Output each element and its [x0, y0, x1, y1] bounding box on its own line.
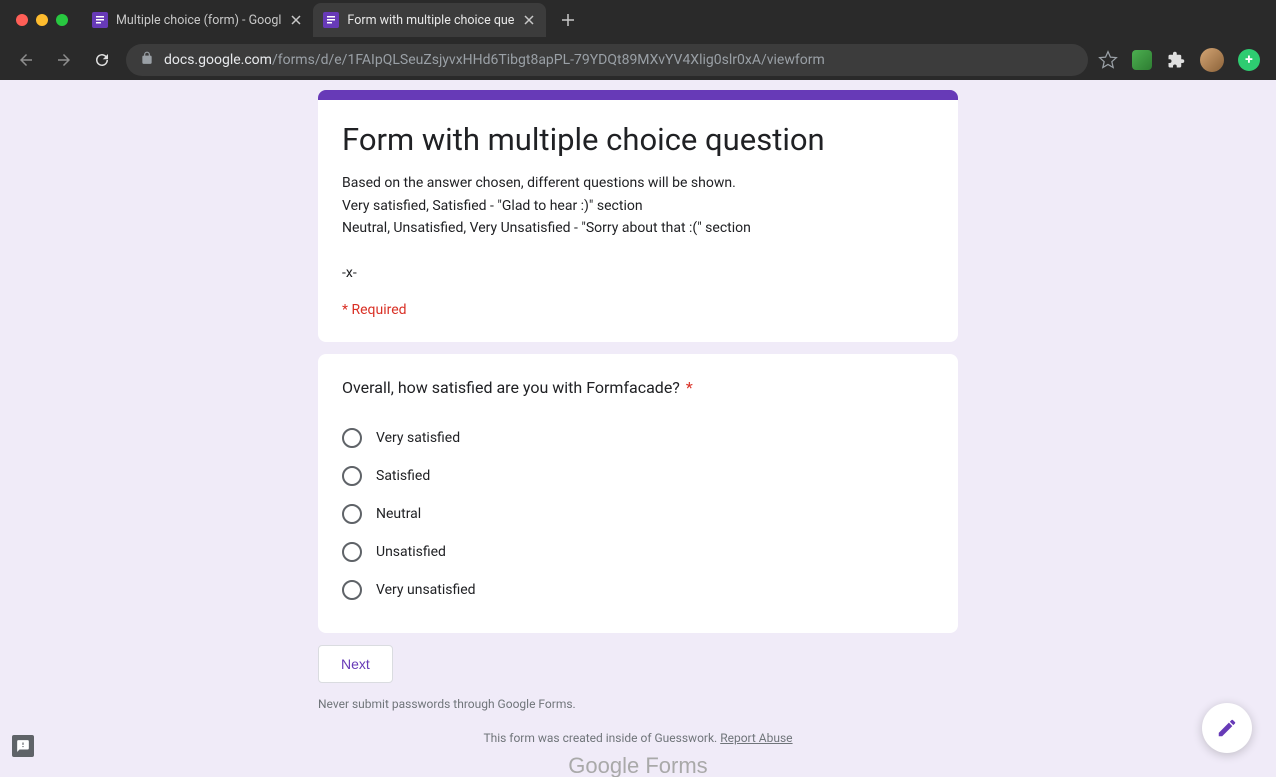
reload-button[interactable]: [88, 46, 116, 74]
question-title-text: Overall, how satisfied are you with Form…: [342, 378, 680, 397]
browser-chrome: Multiple choice (form) - Googl Form with…: [0, 0, 1276, 80]
report-abuse-link[interactable]: Report Abuse: [720, 731, 792, 745]
attribution-text: This form was created inside of Guesswor…: [483, 731, 720, 745]
form-header-card: Form with multiple choice question Based…: [318, 90, 958, 342]
address-bar[interactable]: docs.google.com/forms/d/e/1FAIpQLSeuZsjy…: [126, 44, 1088, 76]
profile-avatar[interactable]: [1200, 48, 1224, 72]
next-button[interactable]: Next: [318, 645, 393, 683]
url-text: docs.google.com/forms/d/e/1FAIpQLSeuZsjy…: [164, 52, 825, 68]
new-tab-button[interactable]: [554, 6, 582, 34]
option-neutral[interactable]: Neutral: [342, 495, 934, 533]
radio-icon: [342, 428, 362, 448]
minimize-window[interactable]: [36, 14, 48, 26]
option-satisfied[interactable]: Satisfied: [342, 457, 934, 495]
radio-icon: [342, 542, 362, 562]
feedback-button[interactable]: [12, 735, 34, 757]
tab-title: Multiple choice (form) - Googl: [116, 13, 281, 28]
forms-favicon-icon: [323, 12, 339, 28]
tab-title: Form with multiple choice que: [347, 13, 514, 28]
radio-icon: [342, 504, 362, 524]
option-very-satisfied[interactable]: Very satisfied: [342, 419, 934, 457]
option-label: Satisfied: [376, 468, 430, 484]
extensions-icon[interactable]: [1166, 50, 1186, 70]
form-container: Form with multiple choice question Based…: [318, 90, 958, 777]
option-very-unsatisfied[interactable]: Very unsatisfied: [342, 571, 934, 609]
edit-form-fab[interactable]: [1202, 703, 1252, 753]
option-label: Very unsatisfied: [376, 582, 476, 598]
maximize-window[interactable]: [56, 14, 68, 26]
tab-bar: Multiple choice (form) - Googl Form with…: [0, 0, 1276, 40]
lock-icon: [140, 51, 154, 69]
form-description: Based on the answer chosen, different qu…: [342, 172, 934, 284]
option-label: Unsatisfied: [376, 544, 446, 560]
required-asterisk: *: [686, 378, 693, 397]
extension-gmail-icon[interactable]: [1132, 50, 1152, 70]
required-legend: * Required: [342, 302, 934, 318]
google-forms-logo[interactable]: Google Forms: [318, 753, 958, 777]
question-card: Overall, how satisfied are you with Form…: [318, 354, 958, 633]
option-label: Neutral: [376, 506, 421, 522]
extension-badge-icon[interactable]: +: [1238, 49, 1260, 71]
password-disclaimer: Never submit passwords through Google Fo…: [318, 697, 958, 711]
forms-favicon-icon: [92, 12, 108, 28]
option-unsatisfied[interactable]: Unsatisfied: [342, 533, 934, 571]
option-label: Very satisfied: [376, 430, 460, 446]
bookmark-icon[interactable]: [1098, 50, 1118, 70]
close-tab-icon[interactable]: [522, 13, 536, 27]
toolbar: docs.google.com/forms/d/e/1FAIpQLSeuZsjy…: [0, 40, 1276, 80]
radio-icon: [342, 466, 362, 486]
tab-1[interactable]: Form with multiple choice que: [313, 3, 546, 37]
back-button[interactable]: [12, 46, 40, 74]
form-title: Form with multiple choice question: [342, 120, 934, 160]
close-window[interactable]: [16, 14, 28, 26]
close-tab-icon[interactable]: [289, 13, 303, 27]
toolbar-right: +: [1098, 48, 1264, 72]
page-viewport: Form with multiple choice question Based…: [0, 80, 1276, 777]
window-controls: [10, 14, 82, 26]
form-attribution: This form was created inside of Guesswor…: [318, 731, 958, 745]
forward-button[interactable]: [50, 46, 78, 74]
tab-0[interactable]: Multiple choice (form) - Googl: [82, 3, 313, 37]
question-title: Overall, how satisfied are you with Form…: [342, 378, 934, 397]
radio-icon: [342, 580, 362, 600]
